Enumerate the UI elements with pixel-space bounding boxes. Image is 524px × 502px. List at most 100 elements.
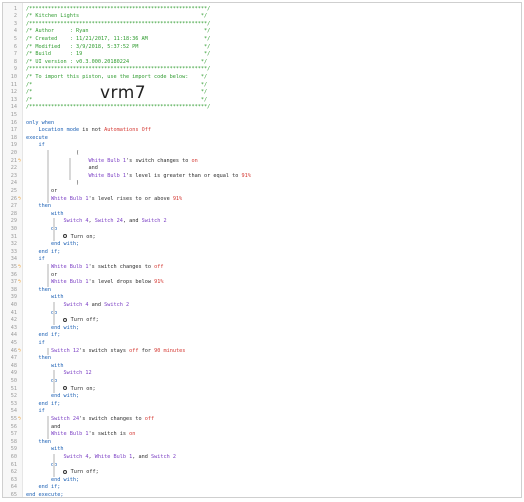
code-text: /***************************************… bbox=[26, 104, 210, 112]
code-line: 12/* */ bbox=[3, 89, 521, 97]
code-text: end with; bbox=[26, 477, 79, 485]
code-text: Switch 12's switch stays off for 90 minu… bbox=[26, 348, 185, 356]
code-text: end with; bbox=[26, 393, 79, 401]
line-number: 62 bbox=[10, 469, 17, 476]
code-line: 15 bbox=[3, 112, 521, 120]
code-text: /* Build : 19 */ bbox=[26, 51, 210, 59]
keyword-token: end with; bbox=[26, 324, 80, 331]
keyword-token: end if; bbox=[26, 400, 61, 407]
line-number: 28 bbox=[10, 210, 17, 217]
device-token: White Bulb 1 bbox=[51, 279, 89, 286]
code-line: 38 then bbox=[3, 287, 521, 295]
code-line: 62 Turn off; bbox=[3, 469, 521, 477]
device-token: White Bulb 1 bbox=[51, 263, 89, 270]
code-token: 's switch stays bbox=[79, 347, 130, 354]
lightning-bolt-icon: ϟ bbox=[18, 263, 22, 270]
line-number: 21 bbox=[10, 157, 17, 164]
line-number: 43 bbox=[10, 324, 17, 331]
code-line: 7 /* Build : 19 */ bbox=[3, 51, 521, 59]
code-line: 4 /* Author : Ryan */ bbox=[3, 28, 521, 36]
value-token: 91% bbox=[172, 195, 183, 202]
line-number: 10 bbox=[10, 73, 17, 80]
code-line: 59 with bbox=[3, 446, 521, 454]
value-token: Automations Off bbox=[104, 127, 151, 134]
code-line: 2 /* Kitchen Lights */ bbox=[3, 13, 521, 21]
line-number: 64 bbox=[10, 484, 17, 491]
keyword-token: with bbox=[26, 362, 64, 369]
code-line: 57 White Bulb 1's switch is on bbox=[3, 431, 521, 439]
code-text: end if; bbox=[26, 484, 60, 492]
line-number: 41 bbox=[10, 309, 17, 316]
code-token: , and bbox=[122, 218, 142, 225]
line-number: 6 bbox=[13, 43, 17, 50]
keyword-token: with bbox=[26, 446, 64, 453]
line-number: 32 bbox=[10, 241, 17, 248]
line-number: 34 bbox=[10, 256, 17, 263]
comment-token: /***************************************… bbox=[26, 5, 211, 12]
code-token: Turn off; bbox=[67, 469, 99, 476]
code-text: Turn on; bbox=[26, 234, 96, 242]
code-line: 5 /* Created : 11/21/2017, 11:18:36 AM */ bbox=[3, 36, 521, 44]
code-token: ( bbox=[26, 149, 80, 156]
value-token: 90 minutes bbox=[154, 347, 186, 354]
code-token: Turn on; bbox=[67, 385, 96, 392]
code-line: 26 ϟ White Bulb 1's level rises to or abo… bbox=[3, 196, 521, 204]
code-token: 's switch changes to bbox=[125, 157, 192, 164]
line-number: 12 bbox=[10, 89, 17, 96]
code-line: 39 with bbox=[3, 294, 521, 302]
code-text: end execute; bbox=[26, 492, 63, 497]
code-text: Turn on; bbox=[26, 386, 96, 394]
value-token: on bbox=[129, 431, 136, 438]
indent-guide bbox=[47, 149, 49, 204]
line-number: 4 bbox=[13, 28, 17, 35]
line-number: 9 bbox=[13, 66, 17, 73]
device-token: Switch 2 bbox=[150, 453, 176, 460]
code-text: Switch 4 and Switch 2 bbox=[26, 302, 129, 310]
value-token: on bbox=[191, 157, 198, 164]
keyword-token: then bbox=[26, 355, 51, 362]
line-number: 53 bbox=[10, 400, 17, 407]
keyword-token: Location mode bbox=[26, 127, 80, 134]
code-line: 9 /**************************************… bbox=[3, 66, 521, 74]
code-text: /* Kitchen Lights */ bbox=[26, 13, 207, 21]
line-number: 23 bbox=[10, 172, 17, 179]
line-number: 7 bbox=[13, 51, 17, 58]
line-number: 24 bbox=[10, 180, 17, 187]
line-number: 30 bbox=[10, 225, 17, 232]
code-line: 48 with bbox=[3, 363, 521, 371]
code-line: 61 do bbox=[3, 462, 521, 470]
code-line: 28 with bbox=[3, 211, 521, 219]
code-line: 23 White Bulb 1's level is greater than … bbox=[3, 173, 521, 181]
code-line: 34 if bbox=[3, 256, 521, 264]
code-line: 36 or bbox=[3, 272, 521, 280]
comment-token: /***************************************… bbox=[26, 66, 211, 73]
code-line: 63 end with; bbox=[3, 477, 521, 485]
code-token: 's switch changes to bbox=[88, 263, 155, 270]
code-text: /* Created : 11/21/2017, 11:18:36 AM */ bbox=[26, 36, 210, 44]
code-text: then bbox=[26, 355, 51, 363]
code-line: 47 then bbox=[3, 355, 521, 363]
code-text: White Bulb 1's switch changes to on bbox=[26, 157, 198, 166]
line-number: 60 bbox=[10, 453, 17, 460]
comment-token: /* Author : Ryan */ bbox=[26, 28, 211, 35]
line-number: 11 bbox=[10, 81, 17, 88]
code-line: 49 Switch 12 bbox=[3, 370, 521, 378]
code-text: if bbox=[26, 256, 44, 264]
line-number: 18 bbox=[10, 134, 17, 141]
value-token: 91% bbox=[154, 279, 164, 286]
line-number: 46 bbox=[10, 347, 17, 354]
code-line: 50 do bbox=[3, 378, 521, 386]
code-line: 65 end execute; bbox=[3, 492, 521, 497]
line-number: 51 bbox=[10, 385, 17, 392]
line-number: 29 bbox=[10, 218, 17, 225]
code-line: 29 Switch 4, Switch 24, and Switch 2 bbox=[3, 218, 521, 226]
code-text: ( bbox=[26, 150, 79, 158]
code-text: end if; bbox=[26, 249, 60, 257]
code-line: 11/* */ bbox=[3, 82, 521, 90]
line-number: 57 bbox=[10, 431, 17, 438]
